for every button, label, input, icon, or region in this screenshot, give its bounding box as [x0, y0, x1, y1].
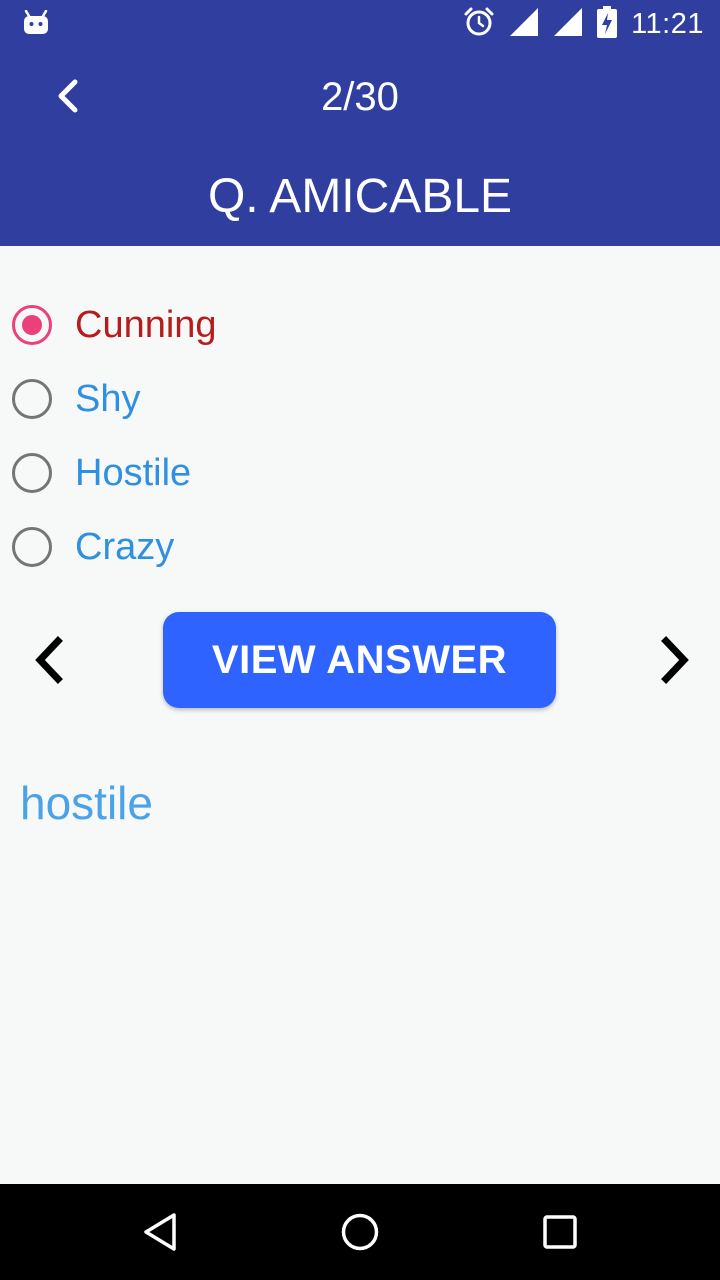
system-nav-bar: [0, 1184, 720, 1280]
signal-icon: [509, 7, 539, 42]
alarm-icon: [463, 6, 495, 43]
battery-charging-icon: [597, 5, 618, 43]
back-triangle-icon[interactable]: [140, 1212, 180, 1252]
radio-button[interactable]: [12, 527, 52, 567]
chevron-right-icon: [661, 636, 689, 684]
next-question-button[interactable]: [648, 632, 704, 688]
option-label: Cunning: [75, 304, 217, 346]
previous-question-button[interactable]: [20, 632, 76, 688]
radio-button[interactable]: [12, 379, 52, 419]
signal-icon: [553, 7, 583, 42]
option-label: Hostile: [75, 452, 192, 494]
answer-text: hostile: [20, 777, 153, 829]
chevron-left-icon: [35, 636, 63, 684]
android-debug-icon: [22, 9, 50, 36]
option-shy[interactable]: Shy: [0, 362, 720, 436]
option-label: Crazy: [75, 526, 175, 568]
option-hostile[interactable]: Hostile: [0, 436, 720, 510]
radio-button-checked[interactable]: [12, 305, 52, 345]
radio-button[interactable]: [12, 453, 52, 493]
option-label: Shy: [75, 378, 141, 420]
options-list: Cunning Shy Hostile Crazy: [0, 288, 720, 584]
status-time: 11:21: [631, 8, 704, 40]
question-title: Q. AMICABLE: [207, 170, 513, 223]
view-answer-button[interactable]: VIEW ANSWER: [163, 612, 556, 708]
home-circle-icon[interactable]: [340, 1212, 380, 1252]
question-nav-row: VIEW ANSWER: [0, 612, 720, 708]
option-cunning[interactable]: Cunning: [0, 288, 720, 362]
question-counter: 2/30: [321, 75, 399, 119]
app-header: 2/30 Q. AMICABLE: [0, 48, 720, 246]
option-crazy[interactable]: Crazy: [0, 510, 720, 584]
status-bar: 11:21: [0, 0, 720, 48]
recents-square-icon[interactable]: [540, 1212, 580, 1252]
